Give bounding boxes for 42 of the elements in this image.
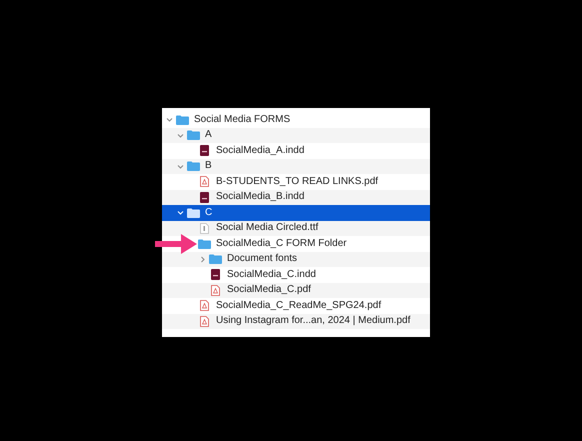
file-row[interactable]: SocialMedia_B.indd (162, 190, 430, 205)
file-name: SocialMedia_C.pdf (227, 285, 311, 296)
font-file-icon (200, 222, 209, 234)
document-icon (200, 145, 209, 156)
folder-icon (176, 114, 189, 125)
file-name: SocialMedia_C.indd (227, 270, 316, 280)
folder-icon (198, 238, 211, 249)
file-name: Using Instagram for...an, 2024 | Medium.pdf (216, 316, 410, 326)
pdf-file-icon (200, 176, 209, 188)
file-name: B-STUDENTS_TO READ LINKS.pdf (216, 176, 378, 187)
file-name: B (205, 161, 212, 172)
folder-icon (209, 254, 222, 264)
pdf-file-icon (211, 284, 220, 296)
chevron-icon[interactable] (198, 256, 206, 263)
file-row[interactable]: Using Instagram for...an, 2024 | Medium.pdf (162, 314, 430, 329)
file-name: SocialMedia_C FORM Folder (216, 238, 347, 249)
chevron-icon[interactable] (176, 162, 184, 170)
file-row[interactable]: Document fonts (162, 252, 430, 267)
document-icon (200, 192, 209, 203)
file-name: C (205, 208, 212, 218)
document-icon (211, 269, 220, 280)
file-row[interactable]: SocialMedia_C.pdf (162, 282, 430, 298)
pdf-file-icon (200, 300, 209, 312)
annotation-arrow-overlay (155, 234, 197, 254)
file-name: A (205, 130, 212, 140)
folder-icon (187, 130, 200, 140)
file-name: Social Media FORMS (194, 114, 290, 125)
file-name: SocialMedia_C_ReadMe_SPG24.pdf (216, 300, 382, 311)
chevron-icon[interactable] (166, 116, 172, 124)
file-name: SocialMedia_A.indd (216, 146, 304, 156)
chevron-icon[interactable] (176, 209, 184, 216)
file-row[interactable]: B (162, 158, 430, 174)
file-name: SocialMedia_B.indd (216, 192, 304, 202)
folder-icon (187, 208, 200, 218)
chevron-icon[interactable] (176, 132, 184, 139)
file-row[interactable]: C (162, 205, 430, 220)
file-row[interactable]: Social Media Circled.ttf (162, 220, 430, 236)
file-name: Document fonts (227, 254, 298, 264)
file-name: Social Media Circled.ttf (216, 223, 318, 234)
folder-icon (187, 161, 200, 172)
file-row[interactable]: A (162, 128, 430, 143)
pdf-file-icon (200, 316, 209, 327)
